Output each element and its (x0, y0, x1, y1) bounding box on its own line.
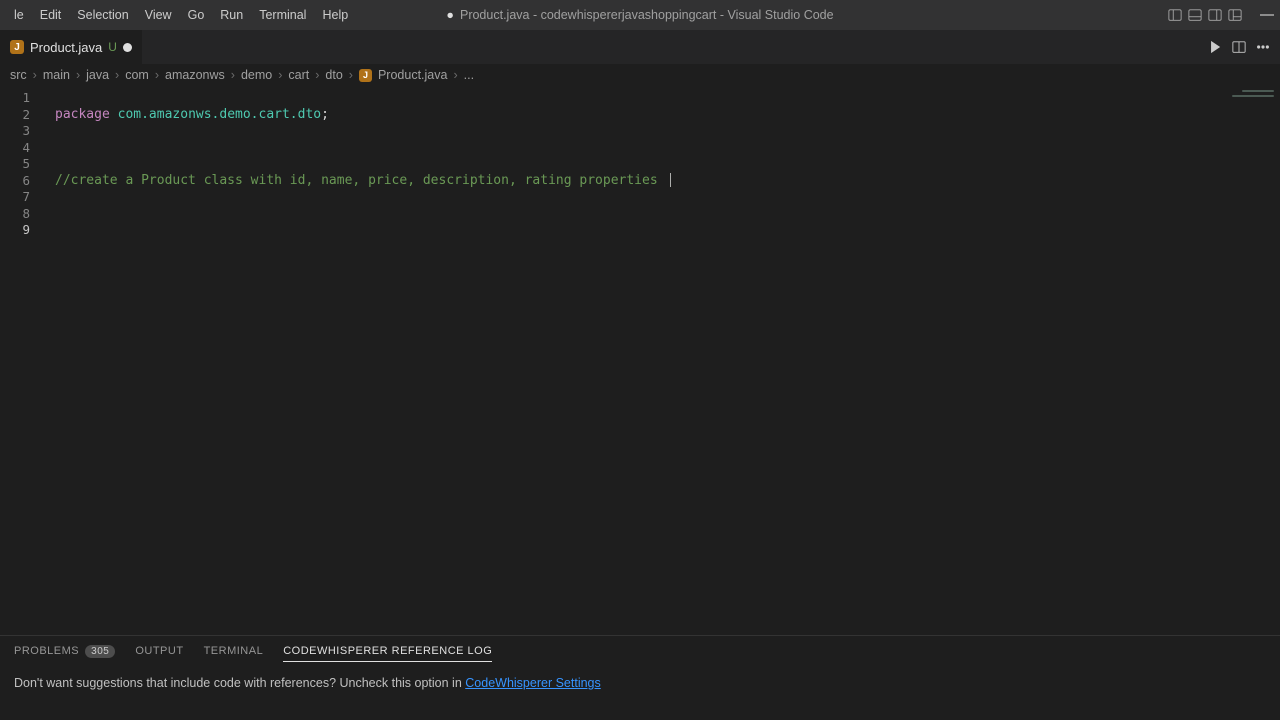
panel-tab-output[interactable]: OUTPUT (135, 645, 183, 657)
minimap[interactable] (1228, 86, 1278, 636)
menu-terminal[interactable]: Terminal (251, 0, 314, 30)
minimize-icon[interactable] (1260, 14, 1274, 16)
breadcrumb-item[interactable]: amazonws (165, 68, 225, 82)
breadcrumbs[interactable]: src› main› java› com› amazonws› demo› ca… (0, 64, 1280, 86)
bottom-panel: PROBLEMS 305 OUTPUT TERMINAL CODEWHISPER… (0, 635, 1280, 720)
more-actions-icon[interactable] (1256, 40, 1270, 54)
panel-tab-codewhisperer-reflog[interactable]: CODEWHISPERER REFERENCE LOG (283, 645, 492, 662)
breadcrumb-symbol[interactable]: ... (464, 68, 474, 82)
breadcrumb-item[interactable]: com (125, 68, 149, 82)
panel-tab-problems[interactable]: PROBLEMS 305 (14, 645, 115, 658)
tab-product-java[interactable]: J Product.java U (0, 30, 143, 64)
editor-area[interactable]: 1 2 3 4 5 6 7 8 9 package com.amazonws.d… (0, 86, 1280, 636)
dirty-indicator-icon: ● (446, 8, 454, 22)
menu-go[interactable]: Go (180, 0, 213, 30)
menu-view[interactable]: View (137, 0, 180, 30)
menu-file[interactable]: le (6, 0, 32, 30)
run-play-icon[interactable] (1208, 40, 1222, 54)
menu-selection[interactable]: Selection (69, 0, 136, 30)
tab-dirty-icon (123, 43, 132, 52)
breadcrumb-item[interactable]: main (43, 68, 70, 82)
layout-customize-icon[interactable] (1228, 8, 1242, 22)
code-content[interactable]: package com.amazonws.demo.cart.dto; //cr… (55, 90, 671, 420)
layout-toggle-left-icon[interactable] (1168, 8, 1182, 22)
breadcrumb-item[interactable]: demo (241, 68, 272, 82)
breadcrumb-item[interactable]: src (10, 68, 27, 82)
menu-help[interactable]: Help (314, 0, 356, 30)
menubar: le Edit Selection View Go Run Terminal H… (0, 0, 1280, 30)
panel-content: Don't want suggestions that include code… (0, 666, 1280, 700)
breadcrumb-item[interactable]: java (86, 68, 109, 82)
layout-toggle-right-icon[interactable] (1208, 8, 1222, 22)
menu-edit[interactable]: Edit (32, 0, 70, 30)
java-file-icon: J (10, 40, 24, 54)
menu-run[interactable]: Run (212, 0, 251, 30)
text-cursor-icon (670, 173, 671, 187)
split-editor-icon[interactable] (1232, 40, 1246, 54)
window-title: ●Product.java - codewhispererjavashoppin… (446, 8, 833, 22)
layout-toggle-bottom-icon[interactable] (1188, 8, 1202, 22)
panel-tab-terminal[interactable]: TERMINAL (204, 645, 264, 657)
tab-bar: J Product.java U (0, 30, 1280, 64)
problems-count-badge: 305 (85, 645, 115, 658)
codewhisperer-settings-link[interactable]: CodeWhisperer Settings (465, 676, 600, 690)
java-file-icon: J (359, 69, 372, 82)
line-gutter: 1 2 3 4 5 6 7 8 9 (0, 90, 40, 239)
breadcrumb-item[interactable]: cart (288, 68, 309, 82)
tab-label: Product.java (30, 40, 102, 55)
breadcrumb-item[interactable]: dto (325, 68, 342, 82)
tab-git-status: U (108, 40, 117, 54)
breadcrumb-file[interactable]: Product.java (378, 68, 447, 82)
